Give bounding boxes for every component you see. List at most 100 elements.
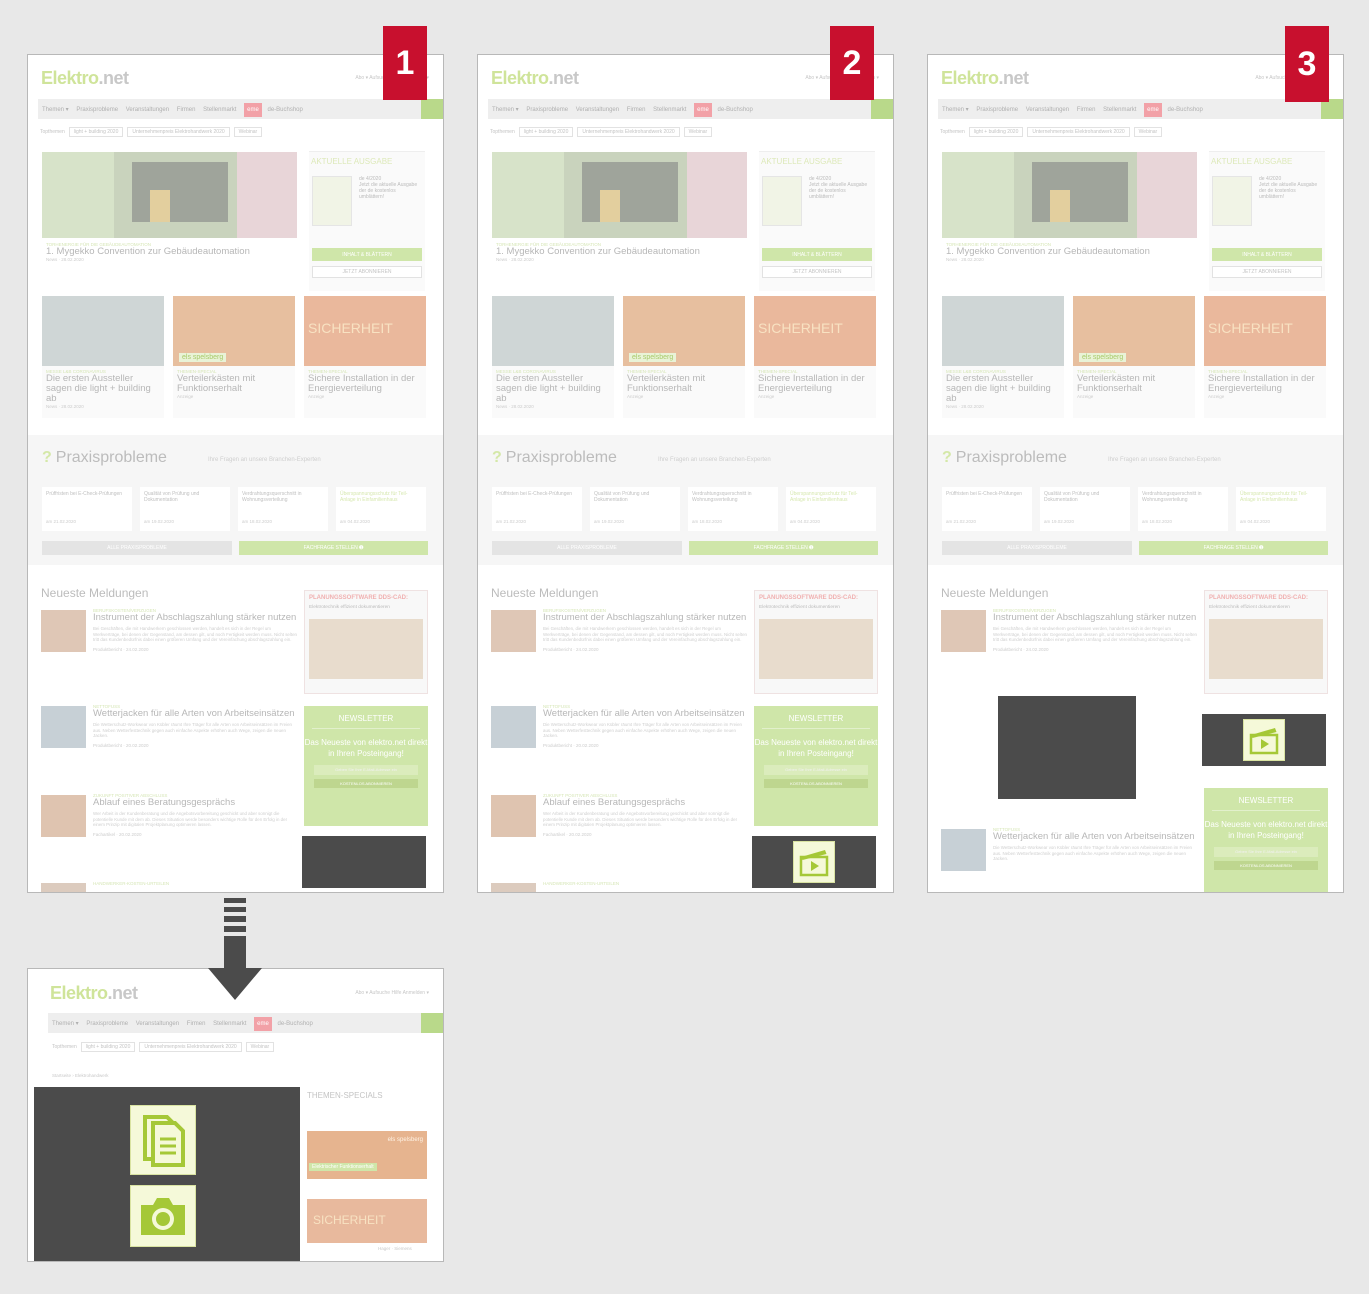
nav-themen[interactable]: Themen ▾: [942, 107, 969, 113]
teaser-card[interactable]: els spelsberg THEMEN-SPECIAL Verteilerkäst…: [1073, 296, 1195, 418]
nav-events[interactable]: Veranstaltungen: [576, 107, 619, 113]
topic-pill[interactable]: light + building 2020: [80, 1042, 136, 1052]
praxis-question[interactable]: Verdrahtungsquerschnitt in Wohnungsverte…: [1138, 487, 1228, 531]
special-teaser[interactable]: SICHERHEIT: [307, 1199, 427, 1243]
search-icon[interactable]: [1321, 99, 1343, 119]
ad-banner[interactable]: PLANUNGSSOFTWARE DDS-CAD: Elektrotechnik …: [754, 590, 878, 694]
nav-eme[interactable]: eme: [694, 103, 712, 117]
nav-stellen[interactable]: Stellenmarkt: [213, 1021, 246, 1027]
issue-cover[interactable]: [762, 176, 802, 226]
hero-text[interactable]: TORHENERGIE FÜR DIE GEBÄUDEAUTOMATION 1. …: [946, 242, 1186, 262]
topic-pill[interactable]: Webinar: [233, 127, 263, 137]
issue-browse-button[interactable]: INHALT & BLÄTTERN: [1212, 248, 1322, 261]
all-praxis-button[interactable]: ALLE PRAXISPROBLEME: [942, 541, 1132, 555]
teaser-card[interactable]: SICHERHEIT THEMEN-SPECIAL Sichere Installa…: [1204, 296, 1326, 418]
praxis-question[interactable]: Verdrahtungsquerschnitt in Wohnungsverte…: [688, 487, 778, 531]
topic-pill[interactable]: Unternehmenpreis Elektrohandwerk 2020: [139, 1042, 242, 1052]
teaser-card[interactable]: MESSE L&B CORONAVIRUS Die ersten Ausstell…: [492, 296, 614, 418]
topic-pill[interactable]: light + building 2020: [968, 127, 1024, 137]
subscribe-button[interactable]: JETZT ABONNIEREN: [762, 266, 872, 278]
praxis-question[interactable]: Überspannungsschutz für Teil-Anlage in E…: [336, 487, 426, 531]
ask-question-button[interactable]: FACHFRAGE STELLEN ➊: [1139, 541, 1328, 555]
nav-shop[interactable]: de-Buchshop: [268, 107, 303, 113]
hero-image[interactable]: [942, 152, 1197, 238]
ask-question-button[interactable]: FACHFRAGE STELLEN ➊: [689, 541, 878, 555]
top-links[interactable]: Abo ▾ Aufsuche Hilfe Anmelden ▾: [355, 990, 429, 996]
newsletter-subscribe-button[interactable]: KOSTENLOS ABONNIEREN: [764, 779, 868, 788]
nav-eme[interactable]: eme: [244, 103, 262, 117]
nav-praxis[interactable]: Praxisprobleme: [86, 1021, 128, 1027]
issue-browse-button[interactable]: INHALT & BLÄTTERN: [762, 248, 872, 261]
site-logo[interactable]: Elektro.net: [941, 68, 1029, 89]
issue-browse-button[interactable]: INHALT & BLÄTTERN: [312, 248, 422, 261]
nav-events[interactable]: Veranstaltungen: [136, 1021, 179, 1027]
topic-pill[interactable]: Webinar: [245, 1042, 275, 1052]
nav-praxis[interactable]: Praxisprobleme: [976, 107, 1018, 113]
hero-text[interactable]: TORHENERGIE FÜR DIE GEBÄUDEAUTOMATION 1. …: [496, 242, 736, 262]
teaser-card[interactable]: SICHERHEIT THEMEN-SPECIAL Sichere Installa…: [304, 296, 426, 418]
subscribe-button[interactable]: JETZT ABONNIEREN: [1212, 266, 1322, 278]
hero-image[interactable]: [42, 152, 297, 238]
praxis-question[interactable]: Qualität von Prüfung und Dokumentation am…: [590, 487, 680, 531]
teaser-card[interactable]: els spelsberg THEMEN-SPECIAL Verteilerkäst…: [623, 296, 745, 418]
breadcrumb[interactable]: Startseite › Elektrohandwerk: [52, 1073, 109, 1078]
nav-firmen[interactable]: Firmen: [177, 107, 196, 113]
praxis-question[interactable]: Überspannungsschutz für Teil-Anlage in E…: [786, 487, 876, 531]
newsletter-email-input[interactable]: Geben Sie Ihre E-Mail-Adresse ein: [764, 765, 868, 775]
nav-eme[interactable]: eme: [1144, 103, 1162, 117]
praxis-question[interactable]: Prüffristen bei E-Check-Prüfungen am 21.0…: [42, 487, 132, 531]
newsletter-email-input[interactable]: Geben Sie Ihre E-Mail-Adresse ein: [1214, 847, 1318, 857]
ad-banner[interactable]: PLANUNGSSOFTWARE DDS-CAD: Elektrotechnik …: [304, 590, 428, 694]
site-logo[interactable]: Elektro.net: [491, 68, 579, 89]
praxis-question[interactable]: Prüffristen bei E-Check-Prüfungen am 21.0…: [492, 487, 582, 531]
search-icon[interactable]: [421, 1013, 443, 1033]
newsletter-subscribe-button[interactable]: KOSTENLOS ABONNIEREN: [314, 779, 418, 788]
praxis-question[interactable]: Qualität von Prüfung und Dokumentation am…: [1040, 487, 1130, 531]
special-teaser[interactable]: els spelsberg Elektrischer Funktionserha…: [307, 1131, 427, 1179]
nav-themen[interactable]: Themen ▾: [52, 1021, 79, 1027]
search-icon[interactable]: [421, 99, 443, 119]
nav-praxis[interactable]: Praxisprobleme: [76, 107, 118, 113]
topic-pill[interactable]: light + building 2020: [68, 127, 124, 137]
praxis-question[interactable]: Überspannungsschutz für Teil-Anlage in E…: [1236, 487, 1326, 531]
nav-praxis[interactable]: Praxisprobleme: [526, 107, 568, 113]
topic-pill[interactable]: Unternehmenpreis Elektrohandwerk 2020: [127, 127, 230, 137]
newsletter-subscribe-button[interactable]: KOSTENLOS ABONNIEREN: [1214, 861, 1318, 870]
all-praxis-button[interactable]: ALLE PRAXISPROBLEME: [492, 541, 682, 555]
nav-firmen[interactable]: Firmen: [187, 1021, 206, 1027]
nav-shop[interactable]: de-Buchshop: [718, 107, 753, 113]
site-logo[interactable]: Elektro.net: [41, 68, 129, 89]
nav-themen[interactable]: Themen ▾: [492, 107, 519, 113]
ask-question-button[interactable]: FACHFRAGE STELLEN ➊: [239, 541, 428, 555]
teaser-card[interactable]: MESSE L&B CORONAVIRUS Die ersten Ausstell…: [42, 296, 164, 418]
nav-themen[interactable]: Themen ▾: [42, 107, 69, 113]
teaser-card[interactable]: els spelsberg THEMEN-SPECIAL Verteilerkäst…: [173, 296, 295, 418]
all-praxis-button[interactable]: ALLE PRAXISPROBLEME: [42, 541, 232, 555]
teaser-card[interactable]: SICHERHEIT THEMEN-SPECIAL Sichere Installa…: [754, 296, 876, 418]
issue-cover[interactable]: [1212, 176, 1252, 226]
nav-stellen[interactable]: Stellenmarkt: [203, 107, 236, 113]
topic-pill[interactable]: Webinar: [1133, 127, 1163, 137]
nav-stellen[interactable]: Stellenmarkt: [1103, 107, 1136, 113]
nav-events[interactable]: Veranstaltungen: [1026, 107, 1069, 113]
nav-firmen[interactable]: Firmen: [627, 107, 646, 113]
praxis-question[interactable]: Verdrahtungsquerschnitt in Wohnungsverte…: [238, 487, 328, 531]
site-logo[interactable]: Elektro.net: [50, 983, 138, 1004]
search-icon[interactable]: [871, 99, 893, 119]
nav-shop[interactable]: de-Buchshop: [278, 1021, 313, 1027]
praxis-question[interactable]: Prüffristen bei E-Check-Prüfungen am 21.0…: [942, 487, 1032, 531]
topic-pill[interactable]: Unternehmenpreis Elektrohandwerk 2020: [577, 127, 680, 137]
topic-pill[interactable]: Unternehmenpreis Elektrohandwerk 2020: [1027, 127, 1130, 137]
nav-events[interactable]: Veranstaltungen: [126, 107, 169, 113]
praxis-question[interactable]: Qualität von Prüfung und Dokumentation am…: [140, 487, 230, 531]
nav-stellen[interactable]: Stellenmarkt: [653, 107, 686, 113]
nav-eme[interactable]: eme: [254, 1017, 272, 1031]
issue-cover[interactable]: [312, 176, 352, 226]
topic-pill[interactable]: Webinar: [683, 127, 713, 137]
subscribe-button[interactable]: JETZT ABONNIEREN: [312, 266, 422, 278]
hero-text[interactable]: TORHENERGIE FÜR DIE GEBÄUDEAUTOMATION 1. …: [46, 242, 286, 262]
nav-firmen[interactable]: Firmen: [1077, 107, 1096, 113]
teaser-card[interactable]: MESSE L&B CORONAVIRUS Die ersten Ausstell…: [942, 296, 1064, 418]
hero-image[interactable]: [492, 152, 747, 238]
topic-pill[interactable]: light + building 2020: [518, 127, 574, 137]
